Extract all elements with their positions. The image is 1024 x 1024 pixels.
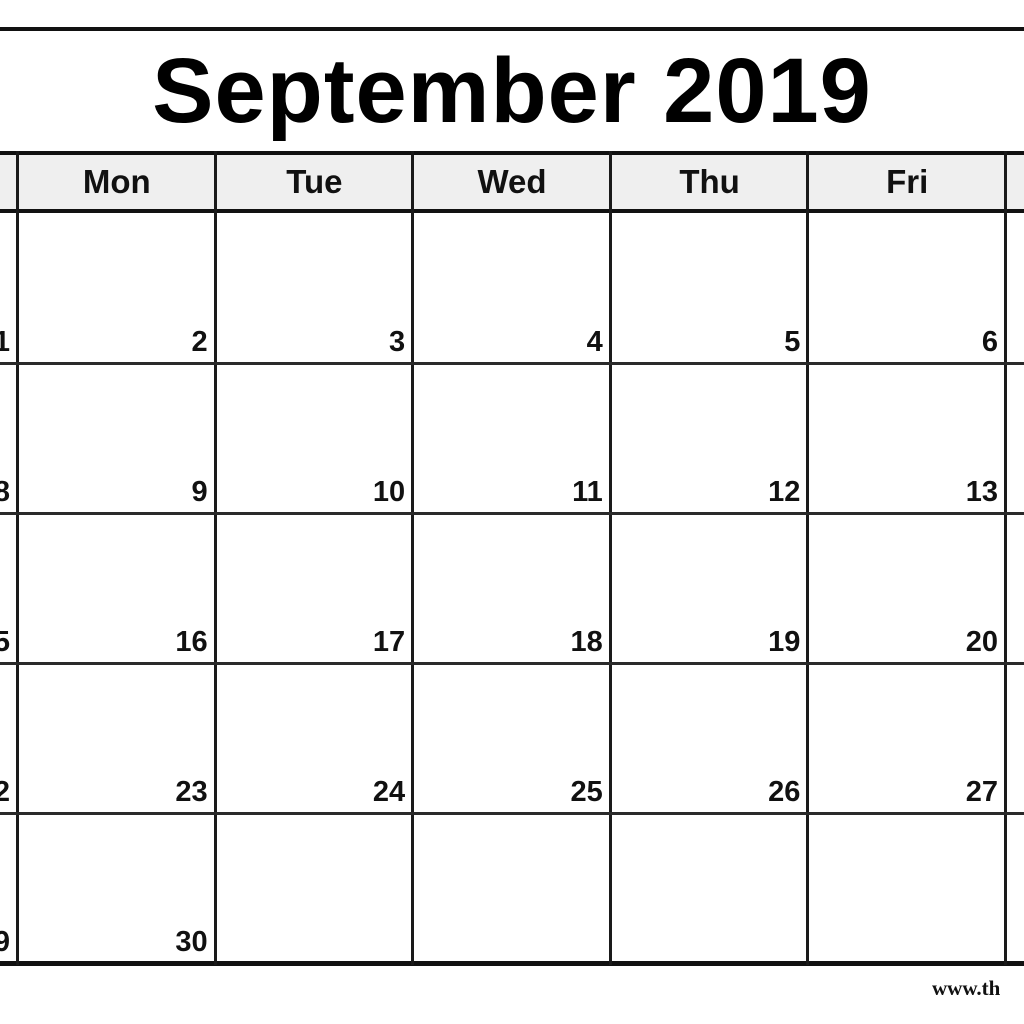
day-number: 13 (965, 476, 998, 508)
day-cell: 11 (413, 363, 611, 513)
day-number: 8 (0, 476, 10, 508)
column-divider (608, 151, 612, 965)
weekday-header-mon: Mon (82, 163, 151, 200)
day-cell: 2 (18, 213, 216, 363)
day-cell: 4 (413, 213, 611, 363)
weekday-header-row: SunMonTueWedThuFriSat (0, 151, 1024, 213)
day-cell: 3 (215, 213, 414, 363)
weekday-header-tue: Tue (286, 163, 343, 200)
calendar-grid: 1234567891011121314151617181920212223242… (0, 213, 1024, 965)
day-number: 12 (768, 476, 801, 508)
day-number: 1 (0, 326, 10, 358)
day-cell: 28 (1006, 663, 1024, 813)
grid-bottom-border (0, 961, 1024, 966)
row-divider (0, 662, 1024, 665)
day-cell: 23 (18, 663, 216, 813)
day-number: 27 (965, 776, 998, 808)
day-cell: 18 (413, 513, 611, 663)
day-number: 3 (389, 326, 406, 358)
column-divider (806, 151, 810, 965)
day-number: 4 (586, 326, 603, 358)
day-cell (1006, 813, 1024, 963)
day-number: 24 (372, 776, 406, 808)
day-cell: 17 (215, 513, 414, 663)
day-cell (413, 813, 611, 963)
calendar-title: September 2019 (152, 40, 872, 142)
weekday-header-sat: Sat (1006, 155, 1024, 209)
weekday-header-wed: Wed (477, 163, 547, 200)
day-number: 23 (175, 776, 208, 808)
day-number: 11 (572, 476, 603, 508)
day-cell (610, 813, 809, 963)
day-cell: 13 (808, 363, 1006, 513)
column-divider (213, 151, 217, 965)
day-cell: 5 (610, 213, 809, 363)
weekday-header-thu: Thu (679, 163, 740, 200)
row-divider (0, 512, 1024, 515)
day-cell: 6 (808, 213, 1006, 363)
day-number: 10 (372, 476, 406, 508)
day-cell: 14 (1006, 363, 1024, 513)
day-number: 2 (191, 326, 208, 358)
day-cell: 25 (413, 663, 611, 813)
day-number: 6 (981, 326, 998, 358)
column-divider (1004, 151, 1007, 965)
day-cell: 30 (18, 813, 216, 963)
day-number: 30 (175, 926, 208, 958)
day-number: 25 (570, 776, 603, 808)
day-number: 17 (372, 626, 406, 658)
day-number: 5 (784, 326, 801, 358)
column-divider (411, 151, 415, 965)
day-cell: 12 (610, 363, 809, 513)
day-number: 20 (965, 626, 998, 658)
column-divider (16, 151, 19, 965)
day-cell: 20 (808, 513, 1006, 663)
day-number: 16 (175, 626, 208, 658)
day-cell (215, 813, 414, 963)
day-cell: 24 (215, 663, 414, 813)
day-cell: 16 (18, 513, 216, 663)
day-cell: 7 (1006, 213, 1024, 363)
day-number: 26 (768, 776, 801, 808)
row-divider (0, 812, 1024, 815)
website-footer: www.th (932, 976, 1001, 1000)
weekday-header-fri: Fri (886, 163, 929, 200)
day-cell: 19 (610, 513, 809, 663)
day-number: 22 (0, 776, 10, 808)
day-cell (808, 813, 1006, 963)
day-cell: 27 (808, 663, 1006, 813)
day-number: 9 (191, 476, 208, 508)
day-cell: 21 (1006, 513, 1024, 663)
day-number: 29 (0, 926, 10, 958)
day-cell: 10 (215, 363, 414, 513)
day-number: 19 (768, 626, 801, 658)
row-divider (0, 362, 1024, 365)
day-cell: 9 (18, 363, 216, 513)
day-number: 18 (570, 626, 603, 658)
day-number: 15 (0, 626, 10, 658)
day-cell: 26 (610, 663, 809, 813)
